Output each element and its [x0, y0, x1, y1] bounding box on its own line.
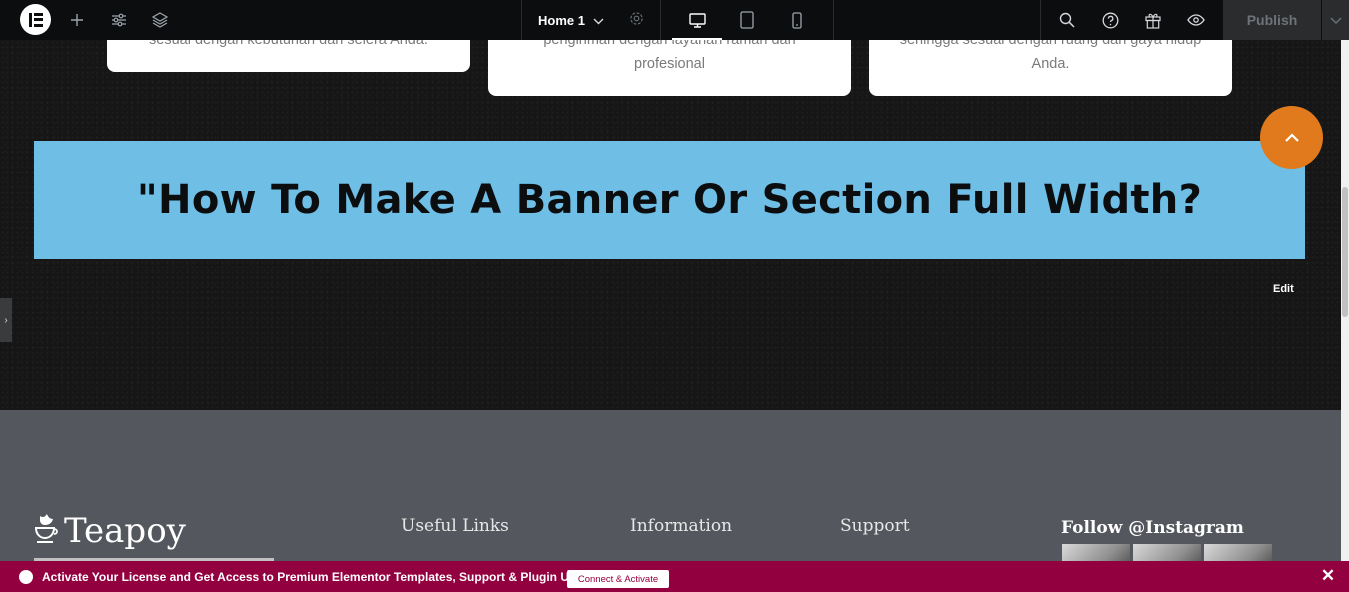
- footer-heading-support: Support: [840, 516, 910, 536]
- editor-canvas: sesuai dengan kebutuhan dan selera Anda.…: [0, 40, 1341, 410]
- instagram-thumbnail[interactable]: [1133, 544, 1201, 561]
- feature-card-text: pengiriman dengan layanan ramah dan profe…: [502, 40, 837, 76]
- page-name: Home 1: [538, 12, 585, 28]
- canvas-scrollbar-thumb[interactable]: [1342, 187, 1348, 317]
- page-selector[interactable]: Home 1: [521, 0, 661, 40]
- teapoy-logo-icon: [34, 512, 60, 550]
- close-icon[interactable]: ✕: [1320, 566, 1336, 586]
- feature-card: pengiriman dengan layanan ramah dan profe…: [488, 40, 851, 96]
- mobile-icon[interactable]: [772, 0, 822, 40]
- responsive-mode-switcher: [672, 0, 834, 40]
- connect-activate-button[interactable]: Connect & Activate: [567, 570, 669, 588]
- banner-heading[interactable]: "How To Make A Banner Or Section Full Wi…: [137, 177, 1202, 223]
- instagram-gallery: [1062, 544, 1272, 561]
- feature-card-line: Anda.: [1031, 56, 1070, 72]
- footer-heading-information: Information: [630, 516, 733, 536]
- tablet-icon[interactable]: [722, 0, 772, 40]
- feature-card: sesuai dengan kebutuhan dan selera Anda.: [107, 40, 470, 72]
- help-icon[interactable]: [1090, 0, 1130, 40]
- instagram-thumbnail[interactable]: [1062, 544, 1130, 561]
- feature-card-text: sesuai dengan kebutuhan dan selera Anda.: [149, 40, 428, 48]
- search-icon[interactable]: [1047, 0, 1087, 40]
- feature-card-line: pengiriman dengan layanan ramah dan: [543, 40, 796, 48]
- brand-name: Teapoy: [64, 511, 186, 551]
- add-element-icon[interactable]: [57, 0, 97, 40]
- instagram-thumbnail[interactable]: [1204, 544, 1272, 561]
- elementor-notice-logo-icon: [19, 570, 33, 584]
- chevron-up-icon: [1284, 133, 1299, 142]
- feature-card: sehingga sesuai dengan ruang dan gaya hi…: [869, 40, 1232, 96]
- footer-brand[interactable]: Teapoy: [34, 512, 186, 550]
- publish-options-chevron-icon[interactable]: [1322, 0, 1349, 40]
- elementor-logo-icon[interactable]: [20, 4, 51, 35]
- scroll-to-top-button[interactable]: [1260, 106, 1323, 169]
- site-footer: Teapoy Useful Links Information Support …: [0, 410, 1341, 561]
- edit-label[interactable]: Edit: [1273, 283, 1294, 295]
- license-notice-bar: Activate Your License and Get Access to …: [0, 561, 1349, 592]
- feature-card-text: sehingga sesuai dengan ruang dan gaya hi…: [883, 40, 1218, 76]
- feature-card-line: profesional: [634, 56, 705, 72]
- feature-card-line: sehingga sesuai dengan ruang dan gaya hi…: [899, 40, 1202, 48]
- editor-top-bar: Home 1 Publish: [0, 0, 1349, 40]
- chevron-down-icon: [593, 13, 604, 28]
- site-settings-icon[interactable]: [99, 0, 139, 40]
- preview-eye-icon[interactable]: [1176, 0, 1216, 40]
- page-settings-gear-icon[interactable]: [629, 11, 644, 29]
- full-width-banner-section[interactable]: "How To Make A Banner Or Section Full Wi…: [34, 141, 1305, 259]
- publish-button[interactable]: Publish: [1223, 0, 1321, 40]
- footer-heading-instagram: Follow @Instagram: [1061, 518, 1244, 538]
- license-notice-text: Activate Your License and Get Access to …: [42, 570, 612, 584]
- panel-toggle-chevron-right-icon[interactable]: ›: [0, 298, 12, 342]
- footer-heading-useful-links: Useful Links: [401, 516, 509, 536]
- desktop-icon[interactable]: [672, 0, 722, 40]
- structure-layers-icon[interactable]: [140, 0, 180, 40]
- whats-new-gift-icon[interactable]: [1133, 0, 1173, 40]
